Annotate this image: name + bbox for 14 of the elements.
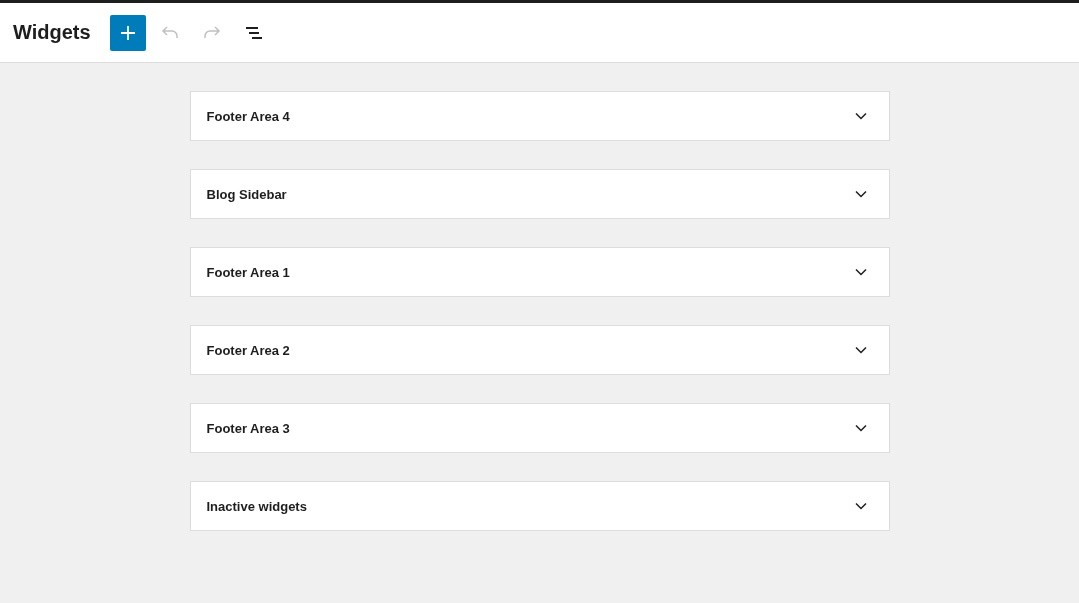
panel-title: Footer Area 1 [206, 264, 290, 280]
widget-area-panel[interactable]: Inactive widgets [189, 481, 890, 531]
widget-area-panel[interactable]: Footer Area 4 [189, 91, 890, 141]
widget-area-panel[interactable]: Footer Area 2 [189, 325, 890, 375]
panel-title: Footer Area 3 [206, 420, 290, 436]
widget-area-panel[interactable]: Footer Area 1 [189, 247, 890, 297]
add-block-button[interactable] [109, 14, 146, 51]
widget-area-panel[interactable]: Blog Sidebar [189, 169, 890, 219]
panel-title: Inactive widgets [206, 498, 307, 514]
panel-title: Blog Sidebar [206, 186, 287, 202]
page-title: Widgets [13, 21, 91, 44]
panel-title: Footer Area 2 [206, 342, 290, 358]
panel-title: Footer Area 4 [206, 108, 290, 124]
widget-area-panel[interactable]: Footer Area 3 [189, 403, 890, 453]
